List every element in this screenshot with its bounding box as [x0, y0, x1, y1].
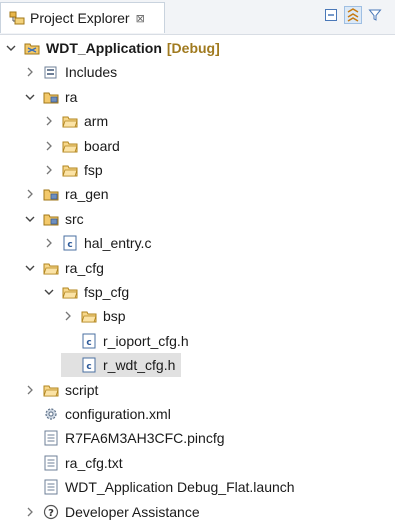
chevron-right-icon[interactable] [42, 139, 56, 153]
chevron-right-icon[interactable] [42, 163, 56, 177]
folder-icon [62, 113, 78, 129]
chevron-right-icon[interactable] [23, 505, 37, 519]
folder-icon [81, 308, 97, 324]
view-menu-icon[interactable] [388, 6, 395, 24]
tree-item-label: r_ioport_cfg.h [103, 332, 189, 349]
tab-project-explorer[interactable]: Project Explorer ⊠ [0, 2, 165, 33]
help-icon: ? [43, 504, 59, 520]
tree-item-fsp-cfg[interactable]: fsp_cfg [42, 280, 129, 304]
chevron-down-icon[interactable] [23, 212, 37, 226]
tree-item-label: Includes [65, 64, 118, 81]
tree-item-label: ra_cfg.txt [65, 454, 123, 471]
tree-item-ra-cfg-txt[interactable]: ra_cfg.txt [23, 451, 123, 475]
tree-item-ra[interactable]: ra [23, 85, 77, 109]
project-explorer-icon [9, 10, 25, 26]
text-file-icon [43, 455, 59, 471]
svg-text:c: c [86, 362, 91, 372]
folder-icon [62, 138, 78, 154]
tree-item-ra-cfg[interactable]: ra_cfg [23, 256, 104, 280]
tree-item-fsp[interactable]: fsp [42, 158, 103, 182]
h-file-icon: c [81, 357, 97, 373]
tree-item-label: bsp [103, 308, 126, 325]
h-file-icon: c [81, 333, 97, 349]
chevron-down-icon[interactable] [23, 90, 37, 104]
tree-item-hal-entry-c[interactable]: c hal_entry.c [42, 231, 151, 255]
chevron-down-icon[interactable] [23, 261, 37, 275]
c-file-icon: c [62, 235, 78, 251]
tree-item-label: WDT_Application [46, 40, 162, 56]
project-icon [24, 40, 40, 56]
tree-item-developer-assistance[interactable]: ? Developer Assistance [23, 500, 200, 524]
tree-item-bsp[interactable]: bsp [61, 304, 126, 328]
gear-icon [43, 406, 59, 422]
tree-item-label: fsp_cfg [84, 284, 130, 300]
tree-item-label: R7FA6M3AH3CFC.pincfg [65, 430, 225, 447]
tree-item-label: ra [65, 88, 78, 105]
tree-item-label: r_wdt_cfg.h [103, 357, 176, 374]
folder-icon [62, 162, 78, 178]
tree-item-r-ioport-cfg-h[interactable]: c r_ioport_cfg.h [61, 329, 189, 353]
includes-icon [43, 64, 59, 80]
tree-item-src[interactable]: src [23, 207, 84, 231]
chevron-right-icon[interactable] [42, 236, 56, 250]
tree-item-wdt-application[interactable]: WDT_Application [Debug] [4, 36, 220, 60]
chevron-down-icon[interactable] [4, 41, 18, 55]
chevron-right-icon[interactable] [23, 187, 37, 201]
source-folder-icon [43, 89, 59, 105]
tree-item-ra-gen[interactable]: ra_gen [23, 182, 109, 206]
tree-item-wdt-application-debug-flat-launch[interactable]: WDT_Application Debug_Flat.launch [23, 475, 295, 499]
filter-icon[interactable] [366, 6, 384, 24]
tree-item-configuration-xml[interactable]: configuration.xml [23, 402, 171, 426]
source-folder-icon [43, 186, 59, 202]
tree-item-label: fsp [84, 162, 103, 178]
tree-item-includes[interactable]: Includes [23, 60, 117, 84]
tree-item-board[interactable]: board [42, 134, 120, 158]
tree-item-label: script [65, 381, 99, 398]
tree-item-script[interactable]: script [23, 378, 98, 402]
svg-text:?: ? [48, 508, 54, 519]
tree-item-r-wdt-cfg-h[interactable]: c r_wdt_cfg.h [61, 353, 182, 378]
folder-icon [43, 382, 59, 398]
tree-item-label: ra_cfg [65, 259, 104, 276]
close-icon[interactable]: ⊠ [136, 12, 145, 25]
chevron-right-icon[interactable] [23, 65, 37, 79]
tree-item-label: board [84, 137, 120, 154]
tree-item-label: src [65, 210, 84, 227]
text-file-icon [43, 430, 59, 446]
svg-text:c: c [86, 338, 91, 348]
view-toolbar [322, 6, 395, 24]
svg-text:c: c [67, 240, 72, 250]
tree-item-r7fa6m3ah3cfc-pincfg[interactable]: R7FA6M3AH3CFC.pincfg [23, 426, 225, 450]
tree-item-label: WDT_Application Debug_Flat.launch [65, 479, 295, 496]
tab-label: Project Explorer [30, 10, 130, 26]
tree-item-label: arm [84, 113, 109, 130]
tree-item-label: ra_gen [65, 186, 109, 203]
view-tab-bar: Project Explorer ⊠ [0, 0, 395, 35]
chevron-right-icon[interactable] [23, 383, 37, 397]
chevron-right-icon[interactable] [61, 309, 75, 323]
build-config-decoration: [Debug] [166, 40, 220, 56]
folder-icon [43, 260, 59, 276]
tree-item-label: configuration.xml [65, 406, 171, 422]
tree-item-label: hal_entry.c [84, 235, 152, 252]
link-with-editor-icon[interactable] [344, 6, 362, 24]
folder-icon [62, 284, 78, 300]
text-file-icon [43, 479, 59, 495]
chevron-right-icon[interactable] [42, 114, 56, 128]
tree-item-arm[interactable]: arm [42, 109, 108, 133]
tree-item-label: Developer Assistance [65, 503, 200, 520]
collapse-all-icon[interactable] [322, 6, 340, 24]
chevron-down-icon[interactable] [42, 285, 56, 299]
source-folder-icon [43, 211, 59, 227]
